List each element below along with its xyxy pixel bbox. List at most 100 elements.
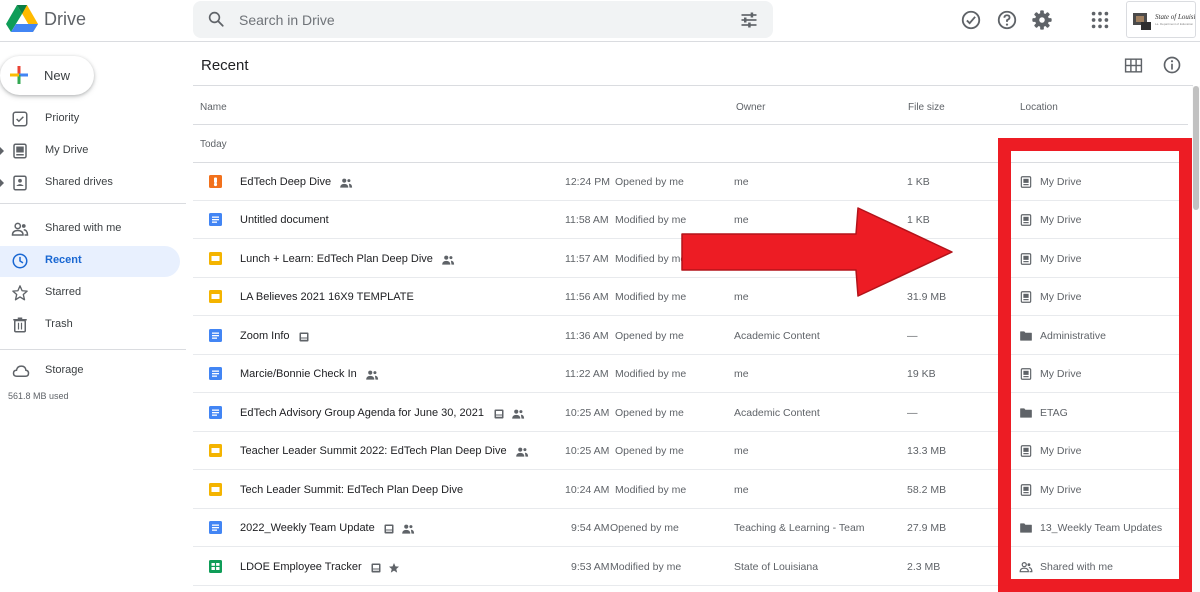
sidebar-item-shared-with-me[interactable]: Shared with me xyxy=(0,214,180,245)
search-bar[interactable] xyxy=(193,1,773,38)
plus-icon xyxy=(10,66,28,84)
google-forms-icon xyxy=(209,175,222,188)
settings-gear-icon[interactable] xyxy=(1031,9,1053,31)
file-name[interactable]: Tech Leader Summit: EdTech Plan Deep Div… xyxy=(240,484,463,496)
apps-grid-icon[interactable] xyxy=(1089,9,1111,31)
google-docs-icon xyxy=(209,521,222,535)
account-avatar[interactable]: State of Louisiana La. Department of Edu… xyxy=(1126,1,1196,38)
sidebar-divider xyxy=(0,203,186,204)
sidebar-item-label: Starred xyxy=(45,286,82,298)
file-name[interactable]: 2022_Weekly Team Update xyxy=(240,522,375,534)
shared-people-icon xyxy=(511,407,525,419)
last-activity-action: Opened by me xyxy=(615,445,684,458)
column-header-location[interactable]: Location xyxy=(1020,102,1058,113)
file-name[interactable]: EdTech Advisory Group Agenda for June 30… xyxy=(240,407,484,419)
google-slides-icon xyxy=(209,290,222,304)
offline-available-icon xyxy=(493,407,505,419)
last-activity-action: Modified by me xyxy=(615,368,687,381)
file-size: 27.9 MB xyxy=(907,522,947,535)
last-activity-time: 11:36 AM xyxy=(565,329,609,342)
offline-available-icon xyxy=(298,330,310,342)
account-name: State of Louisiana xyxy=(1155,13,1196,21)
owner: me xyxy=(734,368,749,381)
owner: Academic Content xyxy=(734,329,820,342)
last-activity-action: Opened by me xyxy=(615,176,684,188)
last-activity-action: Modified by me xyxy=(610,560,682,573)
owner: me xyxy=(734,176,749,188)
sidebar-item-shared-drives[interactable]: Shared drives xyxy=(0,168,180,199)
location-highlight-box xyxy=(998,138,1192,592)
file-name[interactable]: LA Believes 2021 16X9 TEMPLATE xyxy=(240,291,414,303)
file-name[interactable]: LDOE Employee Tracker xyxy=(240,561,362,573)
column-header-file-size[interactable]: File size xyxy=(908,102,945,113)
last-activity-action: Modified by me xyxy=(615,483,687,496)
google-slides-icon xyxy=(209,251,222,265)
offline-available-icon xyxy=(383,522,395,534)
google-docs-icon xyxy=(209,213,222,227)
sidebar-item-recent[interactable]: Recent xyxy=(0,246,180,277)
sidebar-item-starred[interactable]: Starred xyxy=(0,278,180,309)
scrollbar-thumb[interactable] xyxy=(1193,86,1199,210)
drive-logo-icon[interactable] xyxy=(6,5,38,33)
sidebar-item-my-drive[interactable]: My Drive xyxy=(0,136,180,167)
last-activity-action: Modified by me xyxy=(615,252,687,265)
column-header-name[interactable]: Name xyxy=(200,102,227,113)
help-icon[interactable] xyxy=(996,9,1018,31)
google-docs-icon xyxy=(209,405,222,419)
sidebar-item-trash[interactable]: Trash xyxy=(0,310,180,341)
grid-view-icon[interactable] xyxy=(1124,56,1143,75)
account-subtitle: La. Department of Education xyxy=(1155,22,1194,26)
last-activity-time: 9:53 AM xyxy=(571,560,610,573)
info-icon[interactable] xyxy=(1162,55,1182,75)
sidebar-item-storage[interactable]: Storage xyxy=(0,356,180,387)
last-activity-time: 10:24 AM xyxy=(565,483,610,496)
file-size: 2.3 MB xyxy=(907,560,941,573)
expand-caret-icon[interactable] xyxy=(0,147,4,155)
owner: Academic Content xyxy=(734,406,820,419)
title-divider xyxy=(193,85,1193,86)
owner: Teaching & Learning - Team xyxy=(734,522,865,535)
owner: me xyxy=(734,445,749,458)
shared-drives-icon xyxy=(13,175,27,191)
last-activity-action: Opened by me xyxy=(615,406,684,419)
shared-people-icon xyxy=(365,368,379,380)
file-size: 19 KB xyxy=(907,368,936,381)
google-slides-icon xyxy=(209,444,222,458)
last-activity-time: 11:22 AM xyxy=(565,368,609,381)
search-input[interactable] xyxy=(239,9,719,31)
state-seal-icon xyxy=(1133,13,1151,30)
file-name[interactable]: Untitled document xyxy=(240,214,329,226)
people-icon xyxy=(11,222,29,236)
expand-caret-icon[interactable] xyxy=(0,179,4,187)
google-slides-icon xyxy=(209,482,222,496)
column-header-owner[interactable]: Owner xyxy=(736,102,765,113)
search-options-icon[interactable] xyxy=(739,10,759,30)
sidebar-item-label: Priority xyxy=(45,112,80,124)
owner: me xyxy=(734,483,749,496)
file-size: 58.2 MB xyxy=(907,483,947,496)
new-button[interactable]: New xyxy=(0,56,94,95)
app-name[interactable]: Drive xyxy=(44,9,86,30)
my-drive-icon xyxy=(13,143,27,159)
sidebar-item-priority[interactable]: Priority xyxy=(0,104,180,135)
file-name[interactable]: Lunch + Learn: EdTech Plan Deep Dive xyxy=(240,253,433,265)
storage-label: Storage xyxy=(45,364,84,376)
search-icon[interactable] xyxy=(207,10,225,28)
file-name[interactable]: Zoom Info xyxy=(240,330,290,342)
last-activity-time: 10:25 AM xyxy=(565,445,610,458)
sidebar-item-label: Recent xyxy=(45,254,82,266)
star-icon xyxy=(12,285,28,301)
last-activity-action: Modified by me xyxy=(615,291,687,304)
file-name[interactable]: Marcie/Bonnie Check In xyxy=(240,368,357,380)
file-name[interactable]: Teacher Leader Summit 2022: EdTech Plan … xyxy=(240,445,507,457)
trash-icon xyxy=(13,317,27,333)
owner: State of Louisiana xyxy=(734,560,819,573)
sidebar-divider xyxy=(0,349,186,350)
file-name[interactable]: EdTech Deep Dive xyxy=(240,176,331,188)
google-docs-icon xyxy=(209,328,222,342)
clock-icon xyxy=(12,253,28,269)
file-size: — xyxy=(907,406,918,419)
last-activity-time: 11:56 AM xyxy=(565,291,609,304)
ready-offline-icon[interactable] xyxy=(960,9,982,31)
starred-icon[interactable] xyxy=(388,561,400,573)
